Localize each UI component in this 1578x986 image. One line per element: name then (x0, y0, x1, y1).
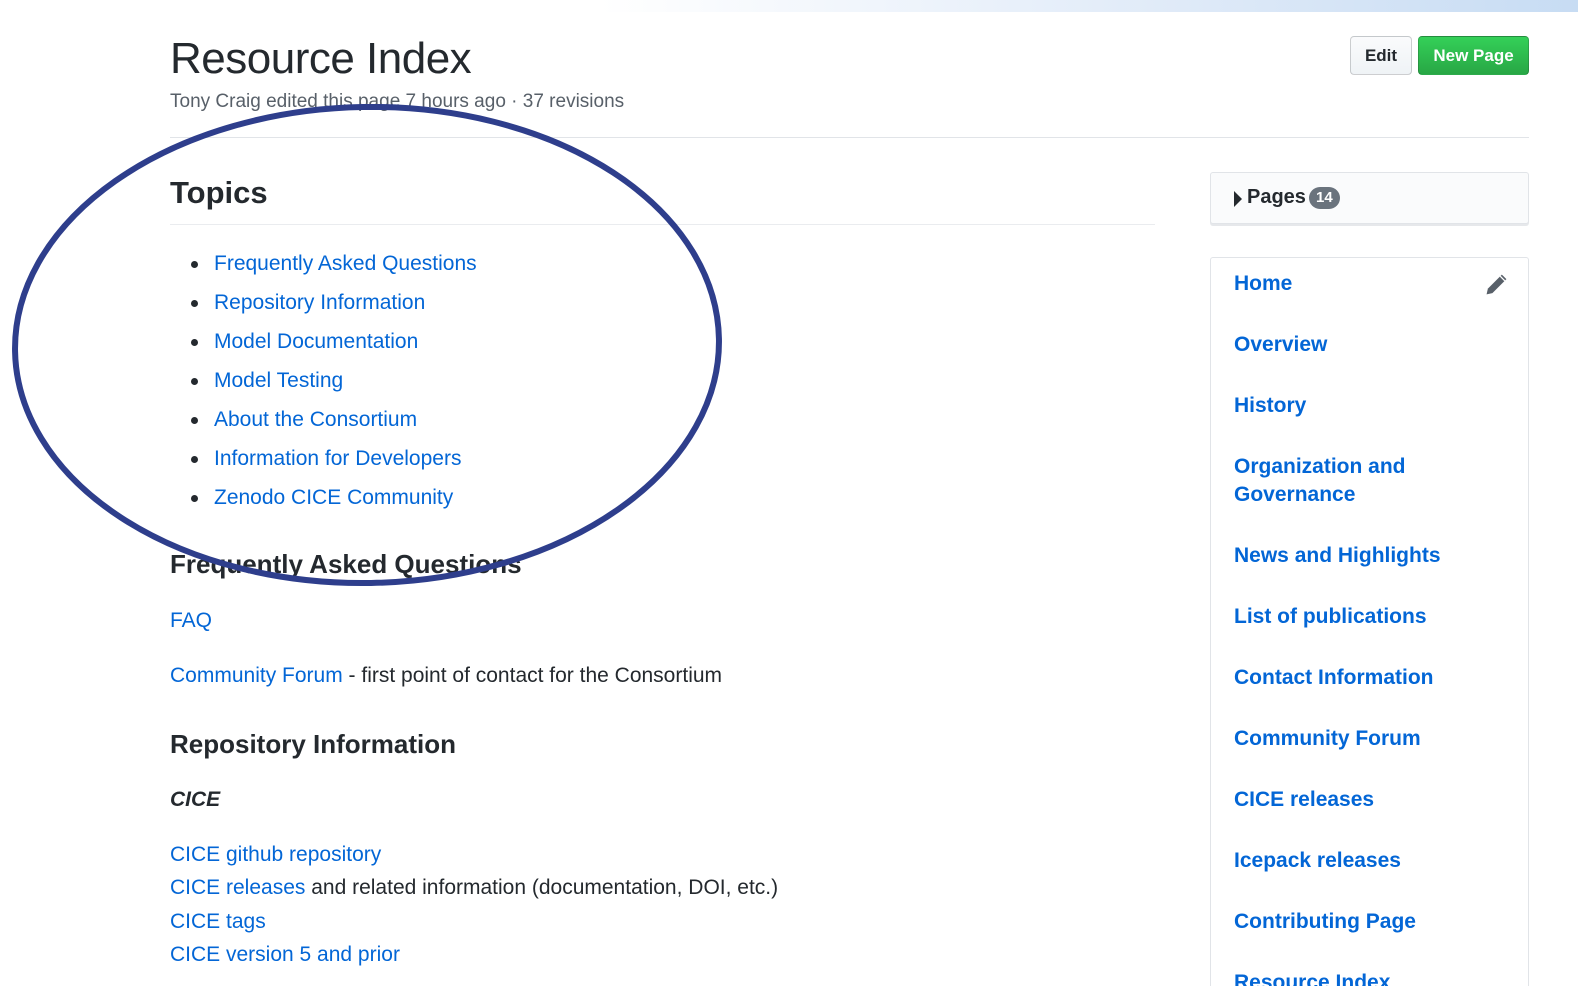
sidebar-item-overview[interactable]: Overview (1234, 331, 1327, 359)
topic-item: Frequently Asked Questions (191, 250, 477, 289)
sidebar-item-resource-index[interactable]: Resource Index (1234, 969, 1390, 986)
sidebar-item-cice-releases[interactable]: CICE releases (1234, 786, 1374, 814)
cice-v5-line: CICE version 5 and prior (170, 943, 400, 967)
topic-link-faq[interactable]: Frequently Asked Questions (214, 252, 477, 275)
sidebar-item-community-forum[interactable]: Community Forum (1234, 725, 1421, 753)
pages-label: Pages (1247, 186, 1306, 208)
topics-divider (170, 224, 1155, 225)
caret-right-icon (1234, 191, 1242, 207)
cice-v5-link[interactable]: CICE version 5 and prior (170, 943, 400, 966)
cice-tags-link[interactable]: CICE tags (170, 910, 266, 933)
topic-link-developers[interactable]: Information for Developers (214, 447, 461, 470)
topic-link-zenodo[interactable]: Zenodo CICE Community (214, 486, 453, 509)
topics-list: Frequently Asked Questions Repository In… (191, 250, 477, 523)
sidebar-item-contact[interactable]: Contact Information (1234, 664, 1434, 692)
topic-link-repository[interactable]: Repository Information (214, 291, 425, 314)
topic-item: About the Consortium (191, 406, 477, 445)
cice-github-link[interactable]: CICE github repository (170, 843, 381, 866)
cice-releases-description: and related information (documentation, … (305, 876, 779, 899)
topic-item: Repository Information (191, 289, 477, 328)
sidebar-item-news[interactable]: News and Highlights (1234, 542, 1441, 570)
topic-link-consortium[interactable]: About the Consortium (214, 408, 417, 431)
sidebar-item-icepack-releases[interactable]: Icepack releases (1234, 847, 1401, 875)
new-page-button[interactable]: New Page (1418, 36, 1529, 75)
sidebar-item-organization[interactable]: Organization and Governance (1234, 453, 1454, 509)
cice-repo-line: CICE github repository (170, 843, 381, 867)
cice-releases-line: CICE releases and related information (d… (170, 876, 778, 900)
faq-heading: Frequently Asked Questions (170, 549, 522, 579)
pages-toggle[interactable]: Pages 14 (1210, 172, 1529, 224)
header-divider (170, 137, 1529, 138)
community-forum-link[interactable]: Community Forum (170, 664, 343, 687)
topic-item: Zenodo CICE Community (191, 484, 477, 523)
page-edit-meta: Tony Craig edited this page 7 hours ago … (170, 91, 625, 112)
cice-releases-link[interactable]: CICE releases (170, 876, 305, 899)
pages-count-badge: 14 (1309, 187, 1340, 209)
sidebar-item-history[interactable]: History (1234, 392, 1306, 420)
forum-description: - first point of contact for the Consort… (342, 664, 723, 687)
topic-item: Model Documentation (191, 328, 477, 367)
topics-heading: Topics (170, 175, 268, 210)
wiki-sidebar: Home Overview History Organization and G… (1210, 257, 1529, 986)
pencil-icon[interactable] (1483, 272, 1509, 298)
sidebar-item-home[interactable]: Home (1234, 270, 1292, 298)
topic-item: Model Testing (191, 367, 477, 406)
top-gradient-bar (0, 0, 1578, 12)
repository-heading: Repository Information (170, 729, 457, 759)
faq-paragraph: FAQ (170, 609, 212, 633)
page-title: Resource Index (170, 34, 472, 83)
topic-link-testing[interactable]: Model Testing (214, 369, 343, 392)
faq-link[interactable]: FAQ (170, 609, 212, 632)
topic-link-documentation[interactable]: Model Documentation (214, 330, 418, 353)
sidebar-item-publications[interactable]: List of publications (1234, 603, 1427, 631)
forum-paragraph: Community Forum - first point of contact… (170, 664, 722, 688)
topic-item: Information for Developers (191, 445, 477, 484)
sidebar-item-contributing[interactable]: Contributing Page (1234, 908, 1416, 936)
cice-tags-line: CICE tags (170, 910, 266, 934)
edit-button[interactable]: Edit (1350, 36, 1412, 75)
cice-subheading: CICE (170, 788, 221, 811)
